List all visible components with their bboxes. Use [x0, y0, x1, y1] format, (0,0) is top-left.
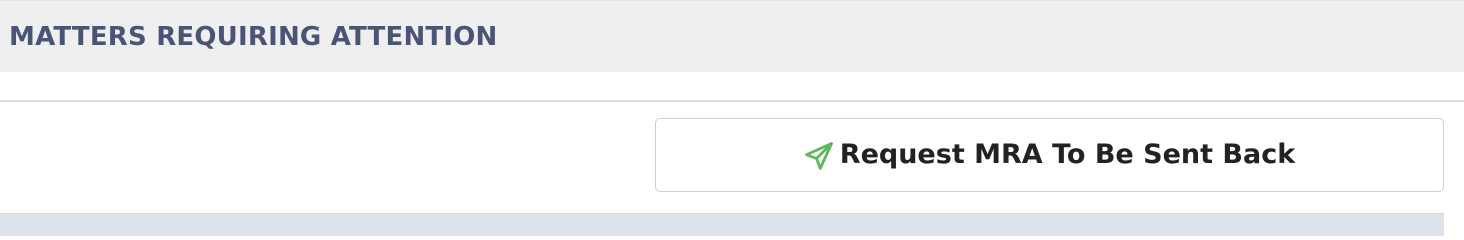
content-panel: [0, 213, 1444, 236]
paper-plane-icon: [804, 141, 834, 171]
section-header: MATTERS REQUIRING ATTENTION: [0, 0, 1464, 72]
request-mra-send-back-button[interactable]: Request MRA To Be Sent Back: [655, 118, 1444, 192]
section-divider: [0, 100, 1464, 102]
section-title: MATTERS REQUIRING ATTENTION: [9, 22, 498, 52]
request-mra-send-back-label: Request MRA To Be Sent Back: [839, 139, 1296, 170]
